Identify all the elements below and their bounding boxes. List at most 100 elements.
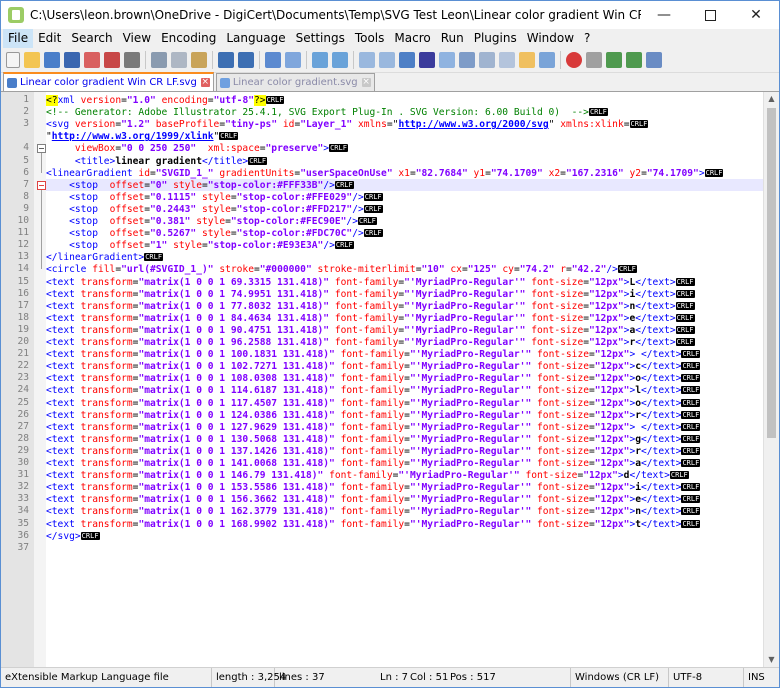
menu-run[interactable]: Run	[436, 29, 469, 48]
line-number: 31	[17, 469, 29, 481]
sync-horizontal-icon[interactable]	[379, 52, 395, 68]
redo-icon[interactable]	[238, 52, 254, 68]
code-line[interactable]: <text transform="matrix(1 0 0 1 114.6187…	[46, 384, 764, 396]
code-line[interactable]: <text transform="matrix(1 0 0 1 141.0068…	[46, 457, 764, 469]
minimize-button[interactable]: —	[641, 1, 687, 29]
code-line[interactable]: <text transform="matrix(1 0 0 1 117.4507…	[46, 397, 764, 409]
code-line[interactable]: <circle fill="url(#SVGID_1_)" stroke="#0…	[46, 263, 764, 275]
code-line[interactable]: <stop offset="0.2443" style="stop-color:…	[46, 203, 764, 215]
code-line[interactable]: </linearGradient>CRLF	[46, 251, 764, 263]
code-line[interactable]: <text transform="matrix(1 0 0 1 77.8032 …	[46, 300, 764, 312]
fold-toggle-icon[interactable]	[37, 144, 46, 154]
show-all-characters-icon[interactable]	[419, 52, 435, 68]
code-line[interactable]: "http://www.w3.org/1999/xlink"CRLF	[46, 130, 764, 142]
undo-icon[interactable]	[218, 52, 234, 68]
code-area[interactable]: <?xml version="1.0" encoding="utf-8"?>CR…	[46, 92, 764, 667]
code-line[interactable]: <text transform="matrix(1 0 0 1 168.9902…	[46, 518, 764, 530]
zoom-out-icon[interactable]	[332, 52, 348, 68]
code-line[interactable]: <text transform="matrix(1 0 0 1 127.9629…	[46, 421, 764, 433]
code-line[interactable]: <text transform="matrix(1 0 0 1 146.79 1…	[46, 469, 764, 481]
code-line[interactable]: <text transform="matrix(1 0 0 1 108.0308…	[46, 372, 764, 384]
menu-edit[interactable]: Edit	[33, 29, 66, 48]
code-line[interactable]: <text transform="matrix(1 0 0 1 69.3315 …	[46, 276, 764, 288]
code-line[interactable]: <?xml version="1.0" encoding="utf-8"?>CR…	[46, 94, 764, 106]
scroll-down-icon[interactable]: ▼	[764, 653, 779, 667]
menu-plugins[interactable]: Plugins	[469, 29, 522, 48]
save-all-icon[interactable]	[64, 52, 80, 68]
close-all-icon[interactable]	[104, 52, 120, 68]
paste-icon[interactable]	[191, 52, 207, 68]
save-icon[interactable]	[44, 52, 60, 68]
menu-search[interactable]: Search	[66, 29, 117, 48]
playback-macro-icon[interactable]	[606, 52, 622, 68]
menu-language[interactable]: Language	[221, 29, 290, 48]
maximize-button[interactable]	[687, 1, 733, 29]
tab-linear-color-gradient-win-cr-lf[interactable]: Linear color gradient Win CR LF.svg ×	[3, 72, 214, 91]
find-icon[interactable]	[265, 52, 281, 68]
code-line[interactable]: <linearGradient id="SVGID_1_" gradientUn…	[46, 167, 764, 179]
code-line[interactable]: <text transform="matrix(1 0 0 1 90.4751 …	[46, 324, 764, 336]
tab-linear-color-gradient[interactable]: Linear color gradient.svg ×	[215, 73, 375, 91]
code-line[interactable]: <stop offset="0" style="stop-color:#FFF3…	[46, 178, 764, 191]
indent-guide-icon[interactable]	[439, 52, 455, 68]
close-tab-icon[interactable]: ×	[200, 78, 210, 87]
close-file-icon[interactable]	[84, 52, 100, 68]
menu-encoding[interactable]: Encoding	[156, 29, 221, 48]
function-list-icon[interactable]	[499, 52, 515, 68]
fold-toggle-icon[interactable]	[37, 180, 46, 190]
code-line[interactable]: <stop offset="0.381" style="stop-color:#…	[46, 215, 764, 227]
menu-view[interactable]: View	[118, 29, 156, 48]
run-macro-multiple-icon[interactable]	[626, 52, 642, 68]
code-line[interactable]: <text transform="matrix(1 0 0 1 137.1426…	[46, 445, 764, 457]
code-line[interactable]: </svg>CRLF	[46, 530, 764, 542]
code-line[interactable]: <stop offset="1" style="stop-color:#E93E…	[46, 239, 764, 251]
code-line[interactable]: <!-- Generator: Adobe Illustrator 25.4.1…	[46, 106, 764, 118]
save-macro-icon[interactable]	[646, 52, 662, 68]
monitoring-icon[interactable]	[539, 52, 555, 68]
code-line[interactable]: <text transform="matrix(1 0 0 1 100.1831…	[46, 348, 764, 360]
code-line[interactable]: <text transform="matrix(1 0 0 1 96.2588 …	[46, 336, 764, 348]
scroll-up-icon[interactable]: ▲	[764, 92, 779, 106]
code-line[interactable]: <title>linear gradient</title>CRLF	[46, 155, 764, 167]
code-line[interactable]: <text transform="matrix(1 0 0 1 156.3662…	[46, 493, 764, 505]
replace-icon[interactable]	[285, 52, 301, 68]
menu-macro[interactable]: Macro	[389, 29, 435, 48]
menu-tools[interactable]: Tools	[350, 29, 390, 48]
open-file-icon[interactable]	[24, 52, 40, 68]
code-line[interactable]: <stop offset="0.5267" style="stop-color:…	[46, 227, 764, 239]
folder-workspace-icon[interactable]	[519, 52, 535, 68]
code-line[interactable]: <text transform="matrix(1 0 0 1 130.5068…	[46, 433, 764, 445]
editor-pane[interactable]: 1 2 3 4 5 6 7 8 9 10 11 12 13 14 15 16 17 18 19 20 21 22 23 24 2…	[1, 92, 779, 667]
code-line[interactable]: <svg version="1.2" baseProfile="tiny-ps"…	[46, 118, 764, 130]
code-line[interactable]: <text transform="matrix(1 0 0 1 102.7271…	[46, 360, 764, 372]
sync-vertical-icon[interactable]	[359, 52, 375, 68]
scrollbar-thumb[interactable]	[767, 108, 776, 438]
code-line[interactable]	[46, 542, 764, 554]
code-line[interactable]: <text transform="matrix(1 0 0 1 162.3779…	[46, 505, 764, 517]
fold-margin[interactable]	[34, 92, 46, 667]
cut-icon[interactable]	[151, 52, 167, 68]
close-window-button[interactable]: ✕	[733, 1, 779, 29]
stop-recording-icon[interactable]	[586, 52, 602, 68]
zoom-in-icon[interactable]	[312, 52, 328, 68]
menu-file[interactable]: File	[3, 29, 34, 48]
print-icon[interactable]	[124, 52, 140, 68]
record-macro-icon[interactable]	[566, 52, 582, 68]
new-file-icon[interactable]	[6, 52, 20, 68]
title-bar[interactable]: C:\Users\leon.brown\OneDrive - DigiCert\…	[1, 1, 779, 29]
copy-icon[interactable]	[171, 52, 187, 68]
code-line[interactable]: <text transform="matrix(1 0 0 1 153.5586…	[46, 481, 764, 493]
document-map-icon[interactable]	[479, 52, 495, 68]
menu-settings[interactable]: Settings	[291, 29, 350, 48]
close-tab-icon[interactable]: ×	[361, 78, 371, 87]
code-line[interactable]: <text transform="matrix(1 0 0 1 74.9951 …	[46, 288, 764, 300]
code-line[interactable]: <stop offset="0.1115" style="stop-color:…	[46, 191, 764, 203]
define-language-icon[interactable]	[459, 52, 475, 68]
menu-help[interactable]: ?	[579, 29, 595, 48]
code-line[interactable]: <text transform="matrix(1 0 0 1 124.0386…	[46, 409, 764, 421]
word-wrap-icon[interactable]	[399, 52, 415, 68]
menu-window[interactable]: Window	[522, 29, 579, 48]
code-line[interactable]: viewBox="0 0 250 250" xml:space="preserv…	[46, 142, 764, 154]
code-line[interactable]: <text transform="matrix(1 0 0 1 84.4634 …	[46, 312, 764, 324]
vertical-scrollbar[interactable]: ▲ ▼	[763, 92, 779, 667]
